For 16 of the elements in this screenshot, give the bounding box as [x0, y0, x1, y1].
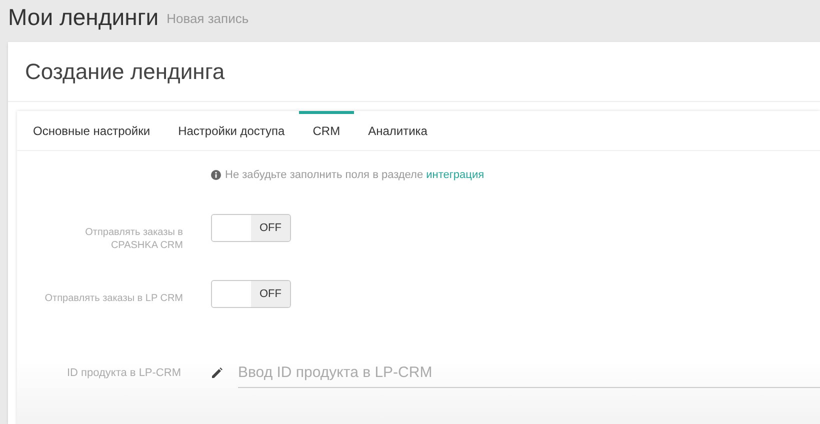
info-icon [211, 170, 221, 180]
pencil-icon [211, 367, 223, 379]
notice-text: Не забудьте заполнить поля в разделе интеграция [225, 168, 484, 183]
tab[interactable]: Основные настройки [19, 111, 164, 150]
tab[interactable]: CRM [298, 111, 354, 150]
toggle-switch[interactable]: OFF [211, 214, 291, 242]
tab[interactable]: Настройки доступа [164, 111, 299, 150]
card-title: Создание лендинга [25, 58, 225, 86]
toggle-label: Отправлять заказы в CPASHKA CRM [84, 226, 183, 252]
toggle-label: Отправлять заказы в LP CRM [44, 292, 183, 305]
toggle-switch[interactable]: OFF [211, 280, 291, 308]
page-subtitle: Новая запись [166, 10, 249, 28]
field-label: ID продукта в LP-CRM [66, 366, 182, 381]
product-id-field[interactable]: Ввод ID продукта в LP-CRM [238, 358, 820, 388]
tab[interactable]: Аналитика [354, 111, 442, 150]
page-title: Мои лендинги [8, 6, 159, 32]
